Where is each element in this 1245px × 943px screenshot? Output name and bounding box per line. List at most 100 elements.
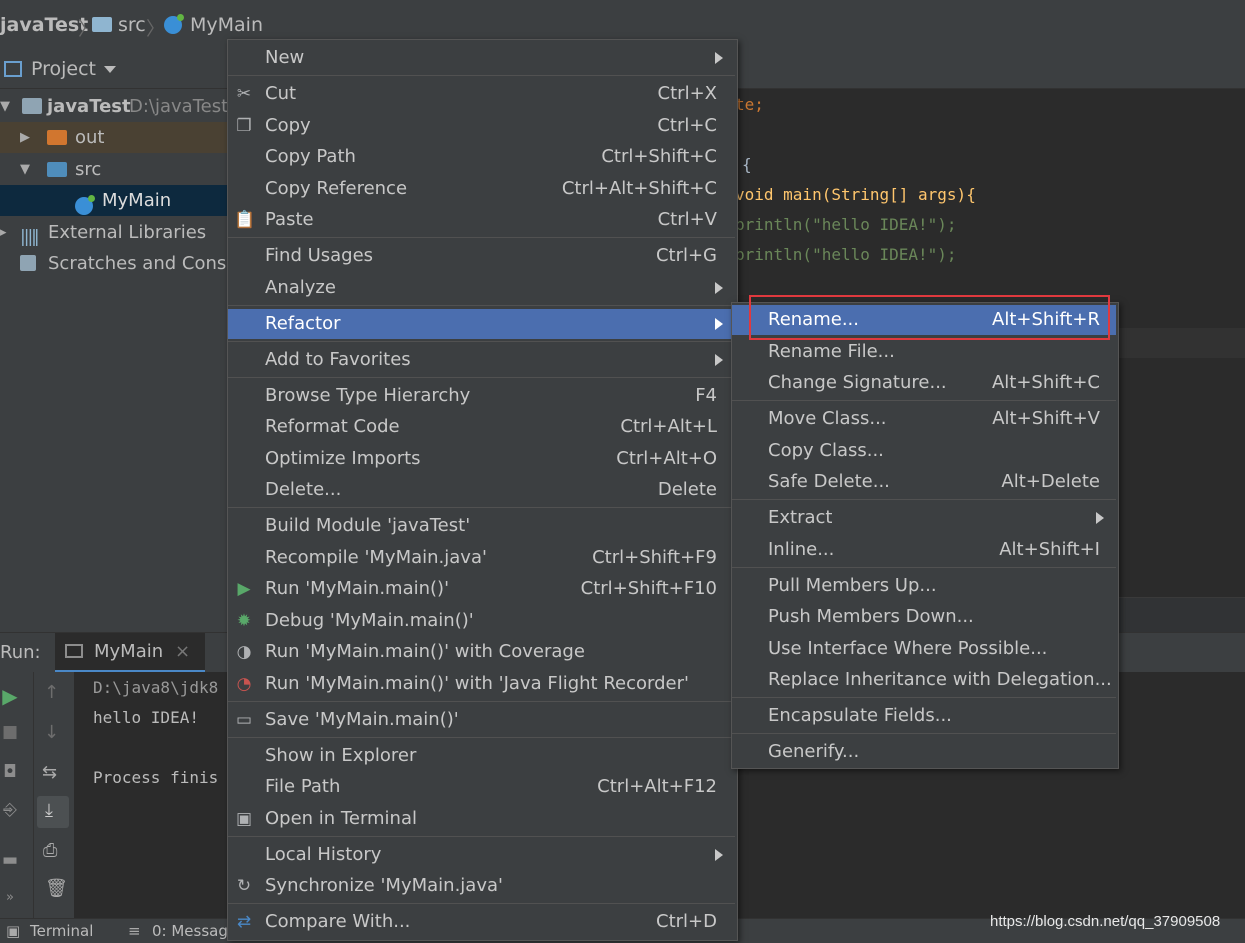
more-icon[interactable]: » [0, 890, 20, 905]
menu-item-change-signature[interactable]: Change Signature... Alt+Shift+C [732, 368, 1116, 398]
menu-item-copy[interactable]: ❐ Copy Ctrl+C [228, 111, 735, 141]
menu-separator [228, 737, 735, 738]
menu-item-open-in-terminal[interactable]: ▣ Open in Terminal [228, 804, 735, 834]
menu-item-copy-class[interactable]: Copy Class... [732, 436, 1116, 466]
tree-item-src[interactable]: ▼ src [0, 154, 227, 185]
menu-item-build-module-javatest[interactable]: Build Module 'javaTest' [228, 511, 735, 541]
menu-item-delete[interactable]: Delete... Delete [228, 475, 735, 505]
menu-item-encapsulate-fields[interactable]: Encapsulate Fields... [732, 701, 1116, 731]
menu-item-reformat-code[interactable]: Reformat Code Ctrl+Alt+L [228, 412, 735, 442]
tree-item-scratches[interactable]: Scratches and Conso [0, 248, 227, 279]
menu-item-label: Copy [265, 115, 311, 136]
tree-item-out[interactable]: ▶ out [0, 122, 227, 153]
arrow-up-icon[interactable]: ↑ [44, 682, 59, 703]
project-panel-title[interactable]: Project [31, 58, 96, 80]
menu-item-label: Analyze [265, 277, 336, 298]
sync-icon: ↻ [236, 876, 252, 896]
arrow-down-icon[interactable]: ↓ [44, 722, 59, 743]
menu-item-shortcut: Alt+Delete [1001, 471, 1100, 492]
menu-separator [732, 499, 1116, 500]
menu-item-copy-reference[interactable]: Copy Reference Ctrl+Alt+Shift+C [228, 174, 735, 204]
run-tab-mymain[interactable]: MyMain × [55, 633, 205, 673]
breadcrumb-project[interactable]: javaTest [0, 14, 88, 36]
menu-item-new[interactable]: New [228, 43, 735, 73]
console-line: hello IDEA! [93, 708, 199, 727]
expand-arrow-icon[interactable]: ▼ [20, 154, 30, 185]
menu-separator [228, 903, 735, 904]
menu-item-move-class[interactable]: Move Class... Alt+Shift+V [732, 404, 1116, 434]
menu-separator [228, 305, 735, 306]
close-icon[interactable]: × [175, 641, 190, 662]
chevron-right-icon [715, 52, 723, 64]
menu-item-replace-inheritance-with-delegation[interactable]: Replace Inheritance with Delegation... [732, 665, 1116, 695]
expand-arrow-icon[interactable]: ▸ [0, 217, 7, 248]
tree-item-external-libraries[interactable]: ▸ |||‖ External Libraries [0, 217, 227, 248]
menu-item-cut[interactable]: ✂ Cut Ctrl+X [228, 79, 735, 109]
menu-item-push-members-down[interactable]: Push Members Down... [732, 602, 1116, 632]
menu-item-label: Copy Path [265, 146, 356, 167]
restore-layout-icon[interactable]: ⎆ [0, 800, 20, 820]
folder-icon [92, 14, 112, 36]
menu-item-local-history[interactable]: Local History [228, 840, 735, 870]
menu-item-find-usages[interactable]: Find Usages Ctrl+G [228, 241, 735, 271]
menu-item-paste[interactable]: 📋 Paste Ctrl+V [228, 205, 735, 235]
menu-item-shortcut: Ctrl+Shift+F9 [592, 547, 717, 568]
menu-separator [228, 75, 735, 76]
trash-icon[interactable]: 🗑 [45, 878, 68, 899]
menu-item-label: Add to Favorites [265, 349, 411, 370]
breadcrumb-separator: 〉 [146, 18, 166, 40]
messages-tool-button[interactable]: 0: Messag [152, 922, 228, 940]
menu-item-generify[interactable]: Generify... [732, 737, 1116, 767]
menu-item-extract[interactable]: Extract [732, 503, 1116, 533]
menu-item-label: Change Signature... [768, 372, 947, 393]
project-panel-header: Project [0, 52, 227, 89]
menu-item-label: Extract [768, 507, 833, 528]
soft-wrap-icon[interactable]: ⇆ [42, 762, 57, 783]
menu-item-label: Copy Class... [768, 440, 884, 461]
menu-item-debug-mymain-main[interactable]: ✹ Debug 'MyMain.main()' [228, 606, 735, 636]
menu-item-browse-type-hierarchy[interactable]: Browse Type Hierarchy F4 [228, 381, 735, 411]
menu-item-refactor[interactable]: Refactor [228, 309, 735, 339]
print-icon[interactable]: ⎙ [43, 840, 57, 861]
menu-item-label: Paste [265, 209, 314, 230]
menu-item-analyze[interactable]: Analyze [228, 273, 735, 303]
stop-icon[interactable]: ■ [0, 722, 20, 742]
chevron-down-icon[interactable] [104, 66, 116, 73]
expand-arrow-icon[interactable]: ▼ [0, 91, 10, 122]
expand-arrow-icon[interactable]: ▶ [20, 122, 30, 153]
menu-item-show-in-explorer[interactable]: Show in Explorer [228, 741, 735, 771]
menu-item-optimize-imports[interactable]: Optimize Imports Ctrl+Alt+O [228, 444, 735, 474]
clipboard-icon: 📋 [234, 210, 256, 230]
chevron-right-icon [1096, 512, 1104, 524]
menu-item-file-path[interactable]: File Path Ctrl+Alt+F12 [228, 772, 735, 802]
menu-item-synchronize-mymain-java[interactable]: ↻ Synchronize 'MyMain.java' [228, 871, 735, 901]
menu-item-shortcut: Ctrl+Alt+O [616, 448, 717, 469]
menu-item-use-interface-where-possible[interactable]: Use Interface Where Possible... [732, 634, 1116, 664]
menu-item-pull-members-up[interactable]: Pull Members Up... [732, 571, 1116, 601]
layout-icon[interactable]: ▬ [0, 850, 20, 870]
run-tab-label: MyMain [94, 641, 164, 662]
menu-item-rename-file[interactable]: Rename File... [732, 337, 1116, 367]
chevron-right-icon [715, 318, 723, 330]
menu-item-run-mymain-main-with-coverage[interactable]: ◑ Run 'MyMain.main()' with Coverage [228, 637, 735, 667]
run-panel-label: Run: [0, 642, 41, 663]
menu-item-safe-delete[interactable]: Safe Delete... Alt+Delete [732, 467, 1116, 497]
menu-item-inline[interactable]: Inline... Alt+Shift+I [732, 535, 1116, 565]
camera-icon[interactable]: ◘ [0, 762, 20, 782]
menu-item-run-mymain-main-with-java-flight-recorder[interactable]: ◔ Run 'MyMain.main()' with 'Java Flight R… [228, 669, 735, 699]
menu-item-copy-path[interactable]: Copy Path Ctrl+Shift+C [228, 142, 735, 172]
menu-item-save-mymain-main[interactable]: ▭ Save 'MyMain.main()' [228, 705, 735, 735]
menu-item-run-mymain-main[interactable]: ▶ Run 'MyMain.main()' Ctrl+Shift+F10 [228, 574, 735, 604]
breadcrumb-folder[interactable]: src [118, 14, 146, 36]
terminal-tool-button[interactable]: Terminal [30, 922, 93, 940]
tree-item-mymain[interactable]: MyMain [0, 185, 227, 216]
scroll-to-end-icon[interactable] [37, 796, 69, 828]
menu-item-label: Delete... [265, 479, 342, 500]
menu-item-compare-with[interactable]: ⇄ Compare With... Ctrl+D [228, 907, 735, 937]
breadcrumb-file[interactable]: MyMain [190, 14, 263, 36]
menu-item-add-to-favorites[interactable]: Add to Favorites [228, 345, 735, 375]
tree-item-javatest[interactable]: ▼ javaTest D:\javaTest [0, 91, 227, 122]
menu-item-recompile-mymain-java[interactable]: Recompile 'MyMain.java' Ctrl+Shift+F9 [228, 543, 735, 573]
toolbar-divider [33, 672, 34, 918]
rerun-icon[interactable]: ▶ [0, 684, 20, 708]
